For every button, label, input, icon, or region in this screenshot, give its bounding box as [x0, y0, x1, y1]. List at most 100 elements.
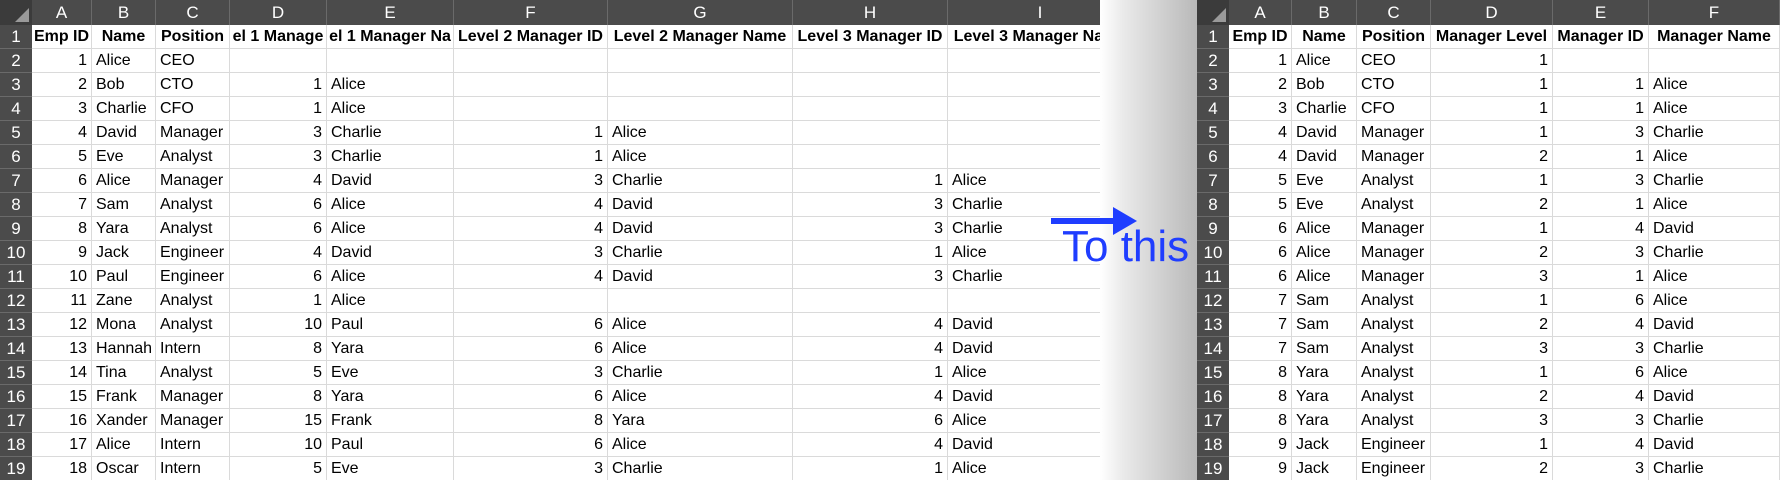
cell[interactable]: Yara: [327, 385, 454, 409]
cell[interactable]: 1: [1553, 145, 1649, 169]
cell[interactable]: David: [608, 265, 793, 289]
cell[interactable]: [230, 49, 327, 73]
cell[interactable]: Intern: [156, 457, 230, 480]
cell[interactable]: [1553, 49, 1649, 73]
cell[interactable]: 9: [1229, 433, 1292, 457]
cell[interactable]: 3: [1553, 457, 1649, 480]
column-header-g[interactable]: G: [608, 0, 793, 25]
cell[interactable]: Alice: [608, 433, 793, 457]
cell[interactable]: Alice: [1649, 289, 1780, 313]
row-header[interactable]: 2: [1197, 49, 1229, 73]
cell[interactable]: 8: [1229, 385, 1292, 409]
cell[interactable]: 4: [230, 169, 327, 193]
row-header[interactable]: 1: [0, 25, 32, 49]
cell[interactable]: 6: [1229, 241, 1292, 265]
cell[interactable]: Jack: [1292, 433, 1357, 457]
cell[interactable]: 1: [1553, 97, 1649, 121]
cell[interactable]: Analyst: [156, 145, 230, 169]
row-header[interactable]: 19: [1197, 457, 1229, 480]
cell[interactable]: 12: [32, 313, 92, 337]
cell[interactable]: 3: [230, 121, 327, 145]
cell[interactable]: Oscar: [92, 457, 156, 480]
cell[interactable]: 3: [1431, 409, 1553, 433]
cell[interactable]: 3: [793, 265, 948, 289]
cell[interactable]: [793, 145, 948, 169]
cell[interactable]: [793, 289, 948, 313]
row-header[interactable]: 17: [1197, 409, 1229, 433]
row-header[interactable]: 15: [0, 361, 32, 385]
cell[interactable]: Charlie: [1649, 457, 1780, 480]
cell[interactable]: [454, 97, 608, 121]
cell[interactable]: Analyst: [1357, 289, 1431, 313]
cell[interactable]: 7: [1229, 289, 1292, 313]
cell[interactable]: CFO: [1357, 97, 1431, 121]
cell[interactable]: 3: [454, 169, 608, 193]
cell[interactable]: 6: [32, 169, 92, 193]
header-cell[interactable]: el 1 Manager Na: [327, 25, 454, 49]
cell[interactable]: David: [92, 121, 156, 145]
cell[interactable]: Alice: [92, 169, 156, 193]
cell[interactable]: 1: [1431, 97, 1553, 121]
row-header[interactable]: 3: [0, 73, 32, 97]
cell[interactable]: Manager: [1357, 145, 1431, 169]
cell[interactable]: 15: [32, 385, 92, 409]
cell[interactable]: 1: [1431, 217, 1553, 241]
cell[interactable]: [793, 49, 948, 73]
select-all-corner[interactable]: [0, 0, 32, 25]
column-header-d[interactable]: D: [230, 0, 327, 25]
cell[interactable]: Jack: [92, 241, 156, 265]
cell[interactable]: 3: [1553, 169, 1649, 193]
cell[interactable]: 4: [1553, 217, 1649, 241]
row-header[interactable]: 10: [0, 241, 32, 265]
column-header-e[interactable]: E: [1553, 0, 1649, 25]
cell[interactable]: Sam: [1292, 313, 1357, 337]
cell[interactable]: 13: [32, 337, 92, 361]
cell[interactable]: 4: [793, 337, 948, 361]
cell[interactable]: 4: [793, 385, 948, 409]
cell[interactable]: 17: [32, 433, 92, 457]
cell[interactable]: Tina: [92, 361, 156, 385]
cell[interactable]: 8: [1229, 361, 1292, 385]
cell[interactable]: 9: [1229, 457, 1292, 480]
cell[interactable]: [608, 289, 793, 313]
cell[interactable]: Alice: [327, 97, 454, 121]
cell[interactable]: 6: [454, 313, 608, 337]
row-header[interactable]: 6: [0, 145, 32, 169]
cell[interactable]: Alice: [327, 289, 454, 313]
cell[interactable]: Manager: [1357, 241, 1431, 265]
cell[interactable]: 2: [1431, 457, 1553, 480]
row-header[interactable]: 15: [1197, 361, 1229, 385]
cell[interactable]: Frank: [92, 385, 156, 409]
cell[interactable]: Alice: [1649, 193, 1780, 217]
cell[interactable]: Manager: [1357, 121, 1431, 145]
row-header[interactable]: 13: [1197, 313, 1229, 337]
cell[interactable]: Alice: [1649, 97, 1780, 121]
cell[interactable]: 3: [454, 241, 608, 265]
cell[interactable]: 3: [454, 361, 608, 385]
cell[interactable]: Alice: [327, 265, 454, 289]
cell[interactable]: Alice: [1292, 241, 1357, 265]
cell[interactable]: David: [1292, 145, 1357, 169]
cell[interactable]: 18: [32, 457, 92, 480]
cell[interactable]: 9: [32, 241, 92, 265]
cell[interactable]: Charlie: [1649, 409, 1780, 433]
row-header[interactable]: 6: [1197, 145, 1229, 169]
row-header[interactable]: 10: [1197, 241, 1229, 265]
cell[interactable]: Alice: [327, 217, 454, 241]
select-all-corner[interactable]: [1197, 0, 1229, 25]
cell[interactable]: Analyst: [156, 361, 230, 385]
cell[interactable]: Engineer: [1357, 457, 1431, 480]
cell[interactable]: 10: [32, 265, 92, 289]
cell[interactable]: Hannah: [92, 337, 156, 361]
cell[interactable]: 6: [454, 433, 608, 457]
cell[interactable]: 6: [1553, 289, 1649, 313]
cell[interactable]: 10: [230, 433, 327, 457]
cell[interactable]: 6: [454, 337, 608, 361]
cell[interactable]: Charlie: [92, 97, 156, 121]
cell[interactable]: 1: [1431, 49, 1553, 73]
column-header-c[interactable]: C: [156, 0, 230, 25]
cell[interactable]: 10: [230, 313, 327, 337]
cell[interactable]: Alice: [327, 73, 454, 97]
cell[interactable]: Alice: [1292, 265, 1357, 289]
cell[interactable]: Analyst: [1357, 361, 1431, 385]
